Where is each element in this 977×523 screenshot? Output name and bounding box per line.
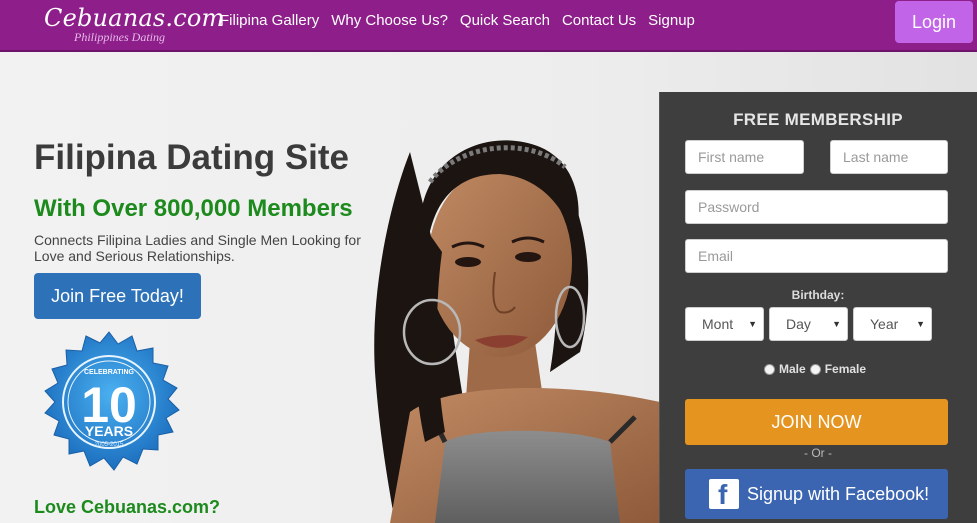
or-divider: - Or - — [804, 446, 832, 460]
site-logo[interactable]: Cebuanas.com Philippines Dating — [44, 4, 224, 46]
gender-options: Male Female — [764, 362, 866, 376]
female-label: Female — [824, 362, 867, 376]
first-name-input[interactable] — [685, 140, 804, 174]
hero-description: Connects Filipina Ladies and Single Men … — [34, 232, 361, 264]
top-navbar: Cebuanas.com Philippines Dating Filipina… — [0, 0, 977, 52]
logo-tagline: Philippines Dating — [74, 30, 165, 44]
chevron-down-icon: ▼ — [748, 319, 757, 329]
last-name-input[interactable] — [830, 140, 948, 174]
hero-subtitle: With Over 800,000 Members — [34, 195, 353, 222]
nav-why-choose-us[interactable]: Why Choose Us? — [331, 12, 448, 29]
birth-year-value: Year — [870, 316, 899, 332]
male-label: Male — [779, 362, 806, 376]
password-input[interactable] — [685, 190, 948, 224]
badge-year-range: 2005-2015 — [95, 442, 124, 448]
female-radio[interactable] — [809, 363, 821, 375]
birth-month-value: Mont — [702, 316, 734, 332]
badge-top-text: CELEBRATING — [84, 369, 135, 376]
hero-title: Filipina Dating Site — [34, 138, 350, 177]
badge-years-text: YEARS — [85, 423, 133, 439]
nav-contact-us[interactable]: Contact Us — [562, 12, 636, 29]
join-now-button[interactable]: JOIN NOW — [685, 399, 948, 445]
love-cebuanas-text: Love Cebuanas.com? — [34, 497, 221, 517]
email-input[interactable] — [685, 239, 948, 273]
hero-section: Filipina Dating Site With Over 800,000 M… — [0, 52, 977, 523]
anniversary-badge-icon: CELEBRATING 10 YEARS 2005-2015 — [44, 331, 180, 471]
nav-links: Filipina Gallery Why Choose Us? Quick Se… — [220, 12, 707, 29]
chevron-down-icon: ▼ — [916, 319, 925, 329]
birth-day-select[interactable]: Day ▼ — [769, 307, 848, 341]
facebook-signup-button[interactable]: f Signup with Facebook! — [685, 469, 948, 519]
join-free-button[interactable]: Join Free Today! — [34, 273, 201, 319]
login-button[interactable]: Login — [895, 1, 973, 43]
facebook-signup-label: Signup with Facebook! — [747, 483, 930, 504]
free-membership-title: FREE MEMBERSHIP — [733, 110, 903, 129]
chevron-down-icon: ▼ — [832, 319, 841, 329]
nav-quick-search[interactable]: Quick Search — [460, 12, 550, 29]
signup-panel: FREE MEMBERSHIP Birthday: Mont ▼ Day ▼ Y… — [659, 92, 977, 523]
logo-text: Cebuanas.com — [44, 4, 225, 32]
birthday-label: Birthday: — [791, 288, 845, 302]
hero-woman-photo — [374, 140, 660, 523]
birth-day-value: Day — [786, 316, 811, 332]
nav-filipina-gallery[interactable]: Filipina Gallery — [220, 12, 319, 29]
facebook-icon: f — [709, 479, 739, 510]
male-radio[interactable] — [764, 363, 775, 375]
nav-signup[interactable]: Signup — [648, 12, 695, 29]
birth-year-select[interactable]: Year ▼ — [853, 307, 932, 341]
birth-month-select[interactable]: Mont ▼ — [685, 307, 764, 341]
